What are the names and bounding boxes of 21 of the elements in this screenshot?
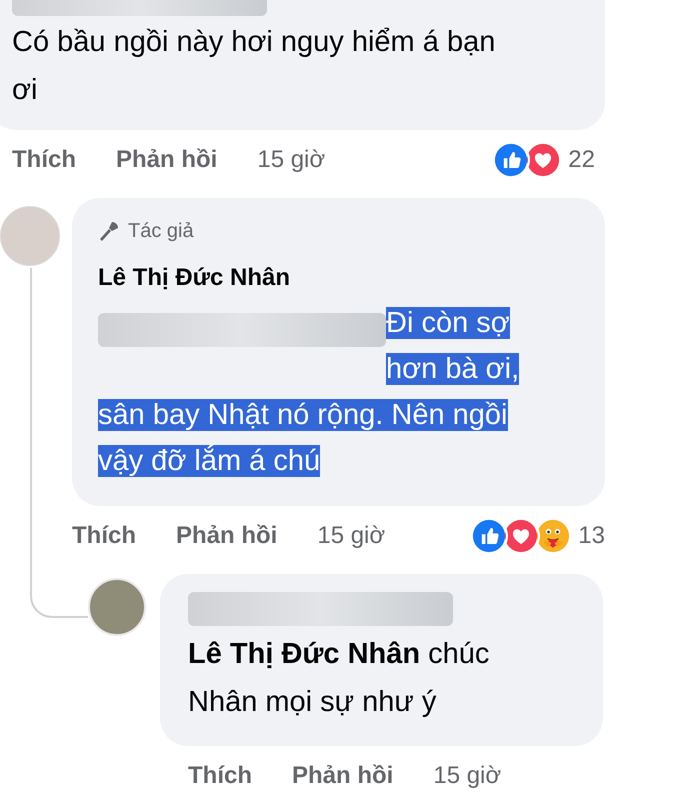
like-link[interactable]: Thích	[72, 518, 136, 554]
hugging-emoji-icon	[534, 517, 572, 555]
microphone-icon	[98, 220, 120, 242]
timestamp[interactable]: 15 giờ	[317, 518, 386, 554]
reply-text: Lê Thị Đức Nhân chúc Nhân mọi sự như ý	[188, 637, 490, 720]
reaction-count[interactable]: 13	[578, 518, 605, 554]
like-link[interactable]: Thích	[188, 758, 252, 794]
author-name[interactable]: Lê Thị Đức Nhân	[98, 260, 577, 296]
reply-link[interactable]: Phản hồi	[292, 758, 394, 794]
heart-reaction-icon	[502, 517, 540, 555]
heart-reaction-icon	[524, 141, 562, 179]
like-reaction-icon	[470, 517, 508, 555]
like-reaction-icon	[492, 141, 530, 179]
comment-text: Có bầu ngồi này hơi nguy hiểm á bạn ơi	[12, 26, 496, 106]
reply-link[interactable]: Phản hồi	[176, 518, 278, 554]
timestamp[interactable]: 15 giờ	[257, 142, 326, 178]
reply-link[interactable]: Phản hồi	[116, 142, 218, 178]
timestamp[interactable]: 15 giờ	[433, 758, 502, 794]
reaction-count[interactable]: 22	[568, 142, 595, 178]
author-label: Tác giả	[128, 219, 194, 244]
like-link[interactable]: Thích	[12, 142, 76, 178]
